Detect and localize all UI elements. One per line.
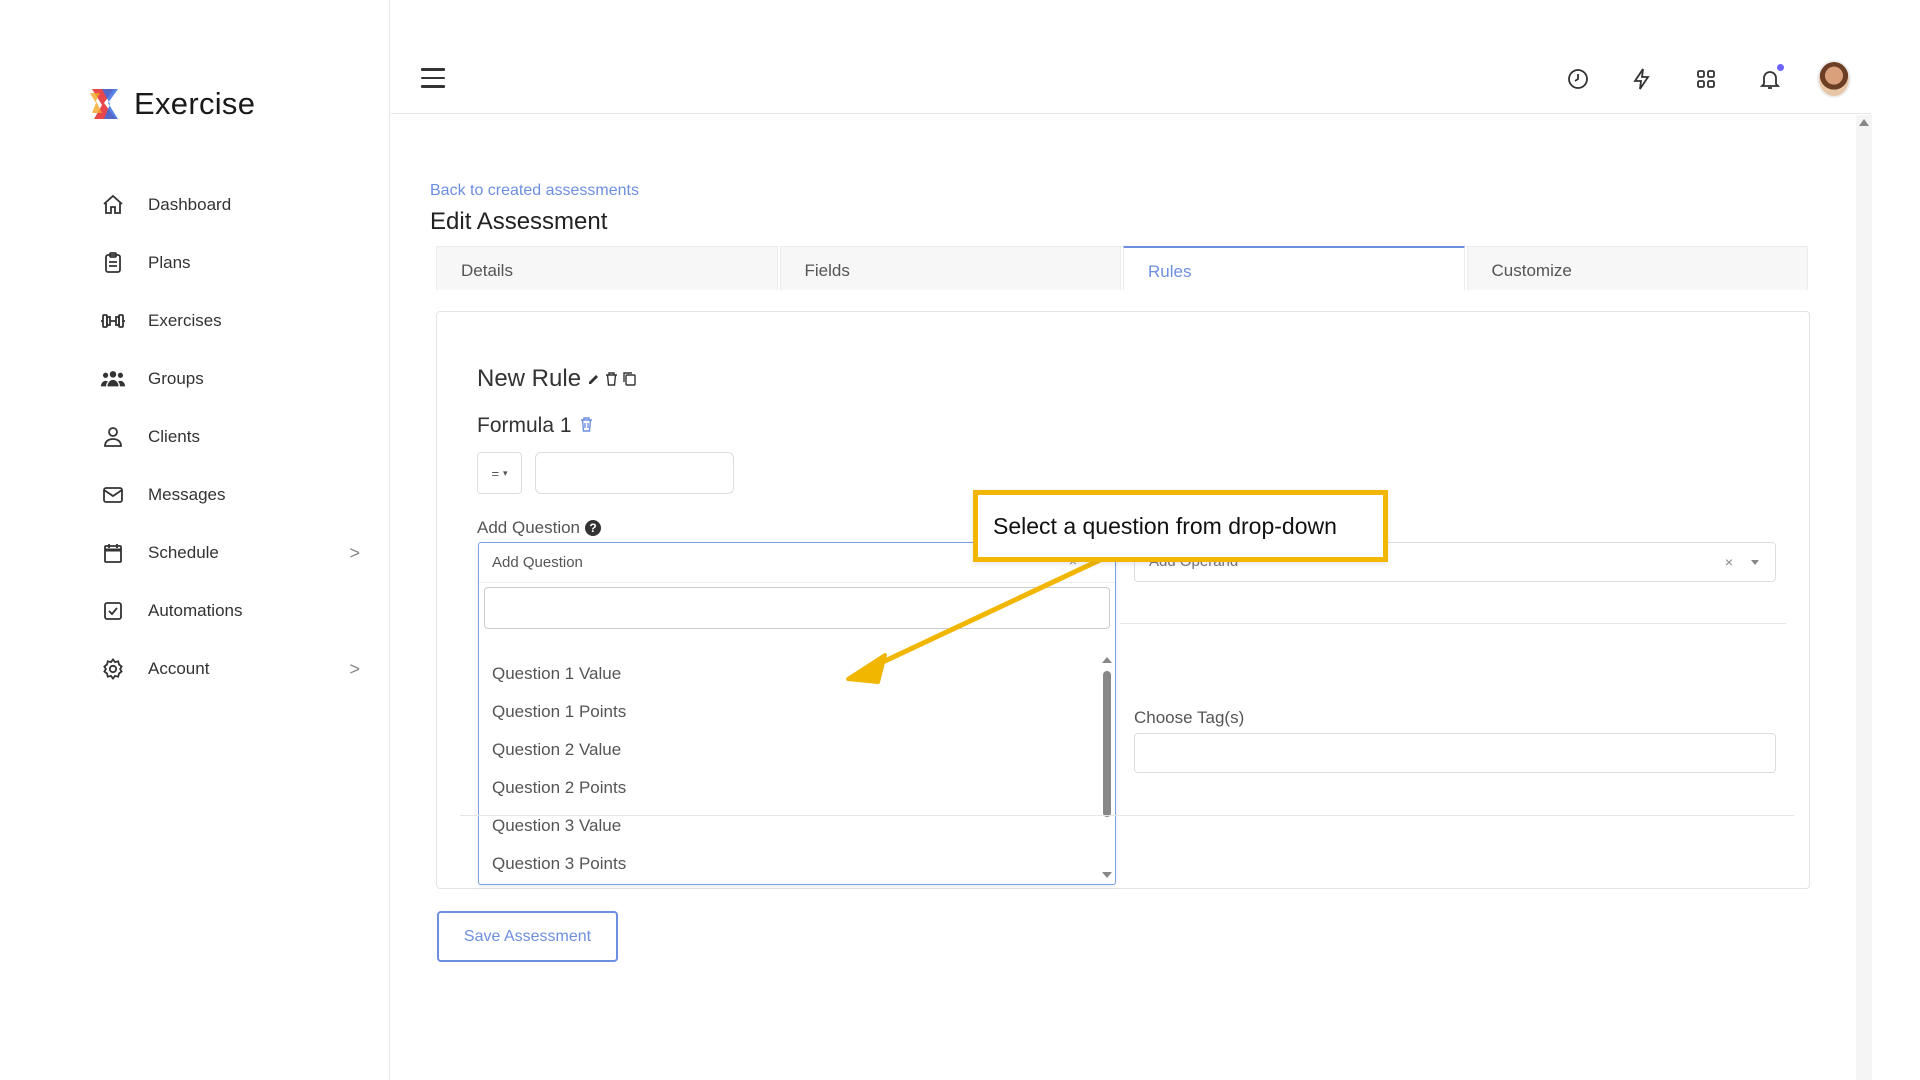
dropdown-scrollbar[interactable] [1102, 655, 1112, 880]
avatar[interactable] [1817, 60, 1851, 98]
rule-title-row: New Rule [477, 365, 637, 393]
pencil-icon[interactable] [587, 365, 601, 393]
notification-dot [1777, 64, 1784, 71]
sidebar-item-label: Plans [148, 253, 191, 272]
sidebar-item-dashboard[interactable]: Dashboard [100, 176, 360, 234]
trash-icon[interactable] [605, 365, 618, 393]
formula-title: Formula 1 [477, 414, 572, 437]
caret-down-icon [1751, 560, 1759, 565]
dropdown-search-input[interactable] [484, 587, 1110, 629]
operator-select[interactable]: = ▾ [477, 452, 522, 494]
home-icon [100, 192, 126, 218]
sidebar-item-automations[interactable]: Automations [100, 582, 360, 640]
sidebar-item-schedule[interactable]: Schedule > [100, 524, 360, 582]
sidebar-item-account[interactable]: Account > [100, 640, 360, 698]
caret-down-icon: ▾ [503, 467, 508, 478]
trash-icon[interactable] [580, 414, 593, 438]
tab-details[interactable]: Details [436, 246, 778, 290]
brand-logo-icon [88, 87, 122, 121]
sidebar-item-label: Dashboard [148, 195, 232, 214]
dropdown-option[interactable]: Question 2 Value [479, 731, 1115, 769]
save-assessment-button[interactable]: Save Assessment [437, 911, 618, 962]
dropdown-option[interactable]: Question 1 Value [479, 655, 1115, 693]
tab-customize[interactable]: Customize [1466, 246, 1808, 290]
dropdown-options: Question 1 Value Question 1 Points Quest… [479, 655, 1115, 884]
topbar [391, 50, 1871, 114]
sidebar-item-plans[interactable]: Plans [100, 234, 360, 292]
tab-fields[interactable]: Fields [779, 246, 1121, 290]
chevron-right-icon: > [349, 658, 360, 679]
calendar-icon [100, 540, 126, 566]
choose-tags-input[interactable] [1134, 733, 1776, 773]
sidebar: Exercise Dashboard Plans Exercises Group… [0, 0, 390, 1080]
formula-title-row: Formula 1 [477, 414, 593, 438]
gear-icon [100, 656, 126, 682]
sidebar-item-messages[interactable]: Messages [100, 466, 360, 524]
dropdown-placeholder: Add Question [492, 554, 583, 571]
add-question-label: Add Question [477, 518, 581, 537]
users-icon [100, 366, 126, 392]
sidebar-item-label: Schedule [148, 543, 219, 562]
chevron-right-icon: > [349, 542, 360, 563]
add-question-label-row: Add Question ? [477, 518, 602, 538]
add-question-dropdown[interactable]: Add Question × Question 1 Value Question… [478, 542, 1116, 885]
sidebar-item-groups[interactable]: Groups [100, 350, 360, 408]
dropdown-option[interactable]: Question 3 Value [479, 807, 1115, 845]
back-link[interactable]: Back to created assessments [430, 182, 639, 200]
sidebar-item-label: Clients [148, 427, 200, 446]
sidebar-item-exercises[interactable]: Exercises [100, 292, 360, 350]
divider [460, 815, 1794, 816]
dropdown-option[interactable]: Question 3 Points [479, 845, 1115, 883]
sidebar-nav: Dashboard Plans Exercises Groups Clients [100, 176, 360, 698]
choose-tags-label: Choose Tag(s) [1134, 708, 1245, 727]
help-icon[interactable]: ? [585, 520, 602, 536]
dropdown-option[interactable]: Question 2 Points [479, 769, 1115, 807]
annotation-text: Select a question from drop-down [993, 512, 1337, 539]
clock-icon[interactable] [1561, 62, 1595, 96]
tab-rules[interactable]: Rules [1123, 246, 1465, 290]
clear-icon[interactable]: × [1725, 554, 1733, 570]
divider [1120, 623, 1786, 624]
operator-value: = [491, 465, 500, 481]
mail-icon [100, 482, 126, 508]
annotation-callout: Select a question from drop-down [973, 490, 1388, 562]
dropdown-option[interactable]: Question 1 Points [479, 693, 1115, 731]
lightning-icon[interactable] [1625, 62, 1659, 96]
sidebar-item-label: Automations [148, 601, 243, 620]
sidebar-item-label: Account [148, 659, 210, 678]
sidebar-item-clients[interactable]: Clients [100, 408, 360, 466]
topbar-actions [1561, 60, 1851, 98]
checkbox-icon [100, 598, 126, 624]
tab-bar: Details Fields Rules Customize [436, 246, 1810, 290]
page-scrollbar[interactable] [1856, 115, 1872, 1080]
rule-title: New Rule [477, 365, 582, 392]
bell-icon[interactable] [1753, 62, 1787, 96]
copy-icon[interactable] [622, 365, 637, 393]
brand[interactable]: Exercise [88, 86, 255, 122]
clipboard-icon [100, 250, 126, 276]
apps-grid-icon[interactable] [1689, 62, 1723, 96]
sidebar-item-label: Exercises [148, 311, 222, 330]
dumbbell-icon [100, 308, 126, 334]
page-title: Edit Assessment [430, 208, 608, 235]
user-icon [100, 424, 126, 450]
sidebar-item-label: Messages [148, 485, 226, 504]
sidebar-item-label: Groups [148, 369, 204, 388]
brand-title: Exercise [134, 86, 256, 121]
hamburger-menu-icon[interactable] [421, 68, 445, 90]
formula-value-input[interactable] [535, 452, 734, 494]
